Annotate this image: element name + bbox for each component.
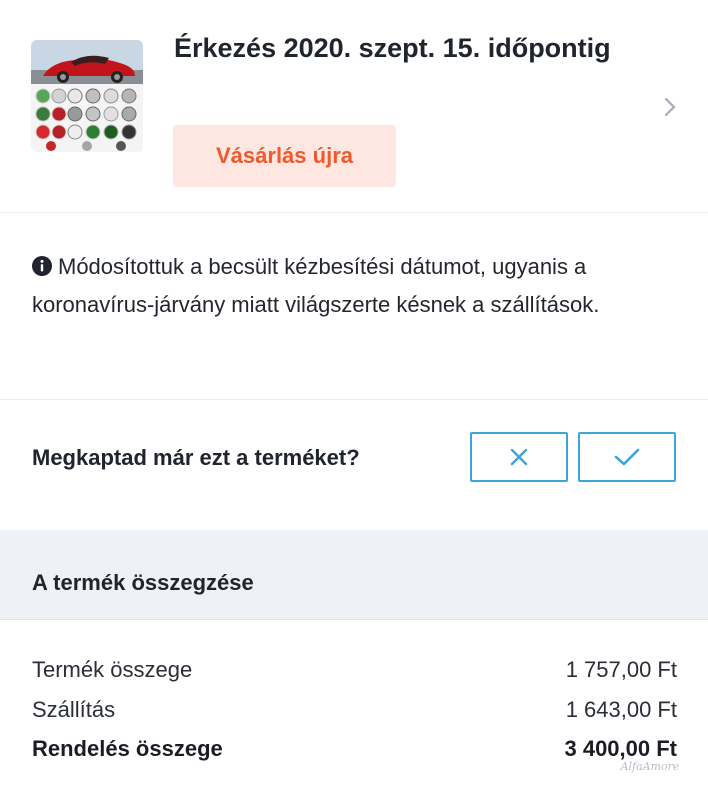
received-button[interactable] bbox=[578, 432, 676, 482]
summary-value: 1 643,00 Ft bbox=[565, 697, 677, 722]
summary-row-order-total: Rendelés összege 3 400,00 Ft bbox=[32, 731, 677, 767]
summary-row-product-total: Termék összege 1 757,00 Ft bbox=[32, 652, 677, 688]
summary-label: Termék összege bbox=[32, 657, 193, 682]
summary-value: 3 400,00 Ft bbox=[564, 736, 677, 761]
info-icon bbox=[32, 250, 52, 276]
summary-title: A termék összegzése bbox=[32, 570, 254, 595]
order-detail-page: Érkezés 2020. szept. 15. időpontig Vásár… bbox=[0, 0, 708, 800]
buy-again-button[interactable]: Vásárlás újra bbox=[173, 125, 396, 187]
close-icon bbox=[510, 448, 528, 466]
received-question: Megkaptad már ezt a terméket? bbox=[32, 445, 360, 470]
summary-label: Rendelés összege bbox=[32, 736, 223, 761]
watermark-logo: AlfaAmore bbox=[620, 760, 680, 773]
arrival-date-title: Érkezés 2020. szept. 15. időpontig bbox=[174, 33, 611, 63]
order-card[interactable]: Érkezés 2020. szept. 15. időpontig Vásár… bbox=[0, 0, 708, 213]
product-thumbnail[interactable] bbox=[31, 40, 143, 152]
notice-message: Módosítottuk a becsült kézbesítési dátum… bbox=[32, 254, 600, 317]
summary-value: 1 757,00 Ft bbox=[565, 657, 677, 682]
summary-row-shipping: Szállítás 1 643,00 Ft bbox=[32, 692, 677, 728]
summary-label: Szállítás bbox=[32, 697, 116, 722]
chevron-right-icon[interactable] bbox=[660, 95, 680, 119]
check-icon bbox=[614, 448, 640, 466]
not-received-button[interactable] bbox=[470, 432, 568, 482]
product-image bbox=[31, 40, 143, 152]
delivery-notice-text: Módosítottuk a becsült kézbesítési dátum… bbox=[32, 248, 672, 324]
